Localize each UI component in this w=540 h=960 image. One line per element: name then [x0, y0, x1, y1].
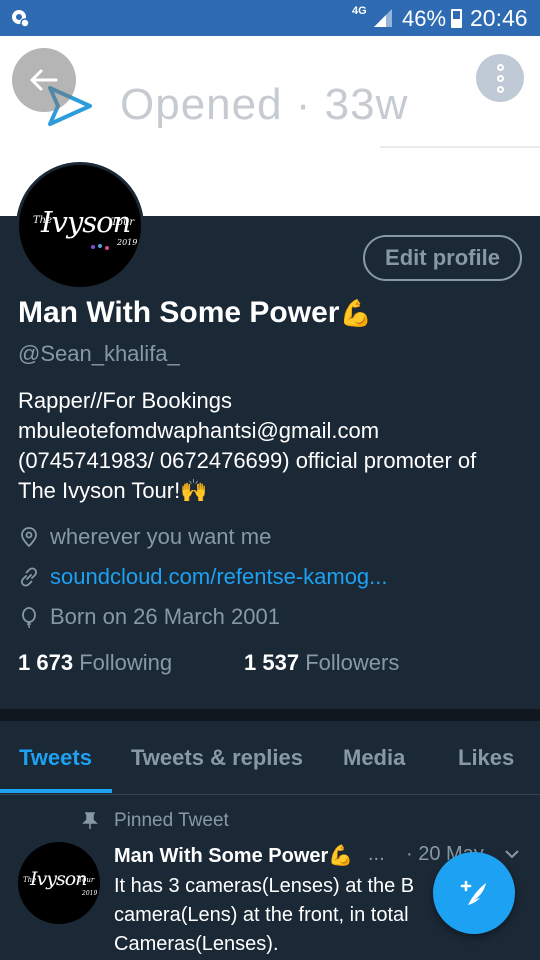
compose-tweet-button[interactable] — [433, 852, 515, 934]
status-bar: 4G 46% 20:46 — [0, 0, 540, 36]
battery-percentage: 46% — [402, 6, 447, 31]
tab-tweets-replies[interactable]: Tweets & replies — [131, 745, 303, 771]
following-label: Following — [79, 650, 173, 675]
pin-icon — [82, 812, 98, 829]
display-name-text: Man With Some Power — [18, 296, 340, 329]
bio-line: Rapper//For Bookings — [18, 388, 232, 413]
followers-count: 1 537 — [244, 650, 300, 675]
following-link[interactable]: 1 673 Following — [18, 650, 172, 676]
tweet-handle-truncated: ... — [368, 843, 385, 865]
edit-profile-button[interactable]: Edit profile — [363, 235, 522, 281]
battery-icon — [451, 9, 462, 28]
location-pin-icon — [21, 527, 37, 548]
profile-avatar[interactable]: The Ivyson Tour 2019 — [16, 162, 144, 290]
banner-divider — [380, 146, 540, 148]
avatar-text-tour: Tour — [111, 217, 135, 228]
clock: 20:46 — [470, 5, 528, 31]
following-count: 1 673 — [18, 650, 74, 675]
network-type: 4G — [352, 5, 367, 17]
bio-line-last: The Ivyson Tour!🙌 — [18, 478, 208, 503]
more-vertical-icon — [496, 63, 504, 71]
profile-birthday: Born on 26 March 2001 — [18, 602, 280, 632]
website-link[interactable]: soundcloud.com/refentse-kamog... — [50, 564, 388, 590]
tab-media[interactable]: Media — [343, 745, 405, 771]
profile-tabs: Tweets Tweets & replies Media Likes — [0, 721, 540, 795]
link-icon — [20, 567, 38, 587]
user-handle: @Sean_khalifa_ — [18, 341, 180, 366]
raising-hands-emoji: 🙌 — [180, 478, 208, 503]
banner-text: Opened · 33w — [120, 80, 409, 129]
bio-line[interactable]: mbuleotefomdwaphantsi@gmail.com — [18, 416, 528, 446]
birthday-text: Born on 26 March 2001 — [50, 604, 280, 629]
followers-link[interactable]: 1 537 Followers — [244, 650, 399, 676]
location-text: wherever you want me — [50, 524, 272, 549]
chevron-down-icon[interactable] — [504, 849, 520, 859]
signal-icon — [374, 9, 392, 27]
flexed-biceps-emoji: 💪 — [328, 845, 354, 867]
balloon-icon — [22, 607, 36, 628]
pinned-tweet-label: Pinned Tweet — [82, 810, 229, 832]
avatar-decoration — [91, 244, 109, 250]
profile-website[interactable]: soundcloud.com/refentse-kamog... — [18, 562, 388, 592]
active-tab-indicator — [0, 789, 112, 793]
tweet-author-name[interactable]: Man With Some Power💪 — [114, 843, 353, 868]
profile-bio: Rapper//For Bookings mbuleotefomdwaphant… — [18, 386, 528, 506]
notification-icon — [12, 10, 30, 28]
avatar-text-year: 2019 — [82, 890, 98, 897]
back-button[interactable] — [12, 48, 76, 112]
pinned-text: Pinned Tweet — [114, 810, 229, 831]
display-name: Man With Some Power💪 — [18, 296, 372, 330]
back-arrow-icon — [30, 69, 58, 91]
bio-line: (0745741983/ 0672476699) official promot… — [18, 448, 477, 473]
tab-likes[interactable]: Likes — [458, 745, 514, 771]
profile-location: wherever you want me — [18, 522, 271, 552]
tweet-text-line: Cameras(Lenses). — [114, 933, 279, 955]
compose-feather-icon — [460, 880, 486, 905]
tab-tweets[interactable]: Tweets — [19, 745, 92, 771]
more-options-button[interactable] — [476, 54, 524, 102]
followers-label: Followers — [305, 650, 400, 675]
section-divider — [0, 709, 540, 721]
flexed-biceps-emoji: 💪 — [339, 298, 372, 328]
avatar-text-tour: Tour — [78, 876, 95, 884]
tweet-author-avatar[interactable]: The Ivyson Tour 2019 — [18, 842, 100, 924]
avatar-text-year: 2019 — [117, 238, 138, 247]
